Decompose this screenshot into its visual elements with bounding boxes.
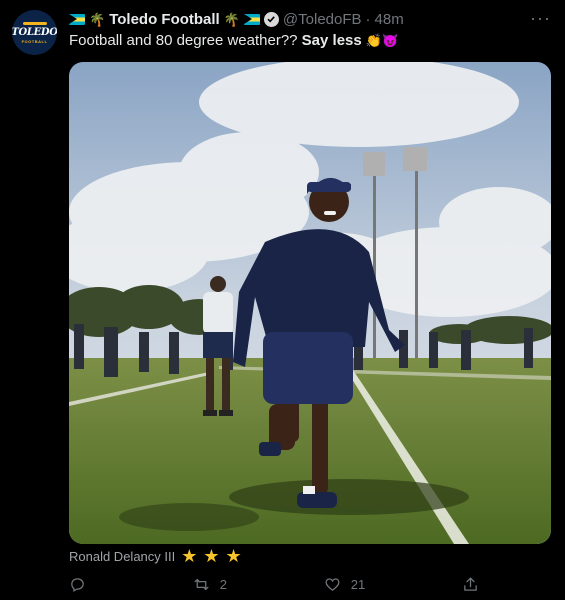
logo-stripe [22, 21, 47, 25]
share-button[interactable] [462, 576, 489, 593]
tweet-photo[interactable] [69, 62, 551, 544]
retweet-button[interactable]: 2 [193, 576, 227, 593]
timestamp[interactable]: 48m [375, 11, 404, 28]
bahamas-flag-icon [243, 13, 260, 25]
tweet-text: Football and 80 degree weather?? Say les… [69, 31, 398, 51]
author-name[interactable]: Toledo Football [109, 11, 220, 28]
media-tag[interactable]: Ronald Delancy III ★ ★ ★ [69, 546, 242, 566]
clap-emoji: 👏 [365, 33, 383, 48]
star-icon: ★ [203, 546, 220, 566]
more-options-button[interactable]: ··· [530, 8, 551, 29]
avatar-logo-subtitle: FOOTBALL [21, 38, 48, 44]
avatar[interactable]: TOLEDO FOOTBALL [12, 10, 57, 55]
retweet-count: 2 [219, 576, 227, 592]
retweet-icon [194, 578, 209, 590]
palm-tree-emoji: 🌴 [223, 11, 240, 27]
tweet-header: 🌴 Toledo Football 🌴 @ToledoFB · 48m [69, 9, 404, 29]
reply-icon [71, 577, 84, 592]
tweet-text-bold: Say less [301, 32, 362, 49]
football-practice-photo [69, 62, 551, 544]
star-icon: ★ [181, 546, 198, 566]
tagged-person[interactable]: Ronald Delancy III [69, 549, 175, 564]
avatar-logo-title: TOLEDO [12, 26, 57, 38]
devil-emoji: 😈 [382, 33, 399, 48]
share-icon [464, 576, 477, 591]
tweet-text-main: Football and 80 degree weather?? [69, 32, 302, 49]
tweet-actions: 2 21 [69, 572, 489, 596]
author-handle[interactable]: @ToledoFB [283, 11, 362, 28]
verified-icon [263, 11, 279, 27]
star-icon: ★ [225, 546, 242, 566]
like-count: 21 [350, 576, 366, 592]
like-icon [325, 577, 340, 591]
palm-tree-emoji: 🌴 [89, 11, 106, 27]
bahamas-flag-icon [69, 13, 85, 25]
separator-dot: · [365, 10, 371, 28]
like-button[interactable]: 21 [324, 576, 365, 593]
reply-button[interactable] [69, 576, 96, 593]
